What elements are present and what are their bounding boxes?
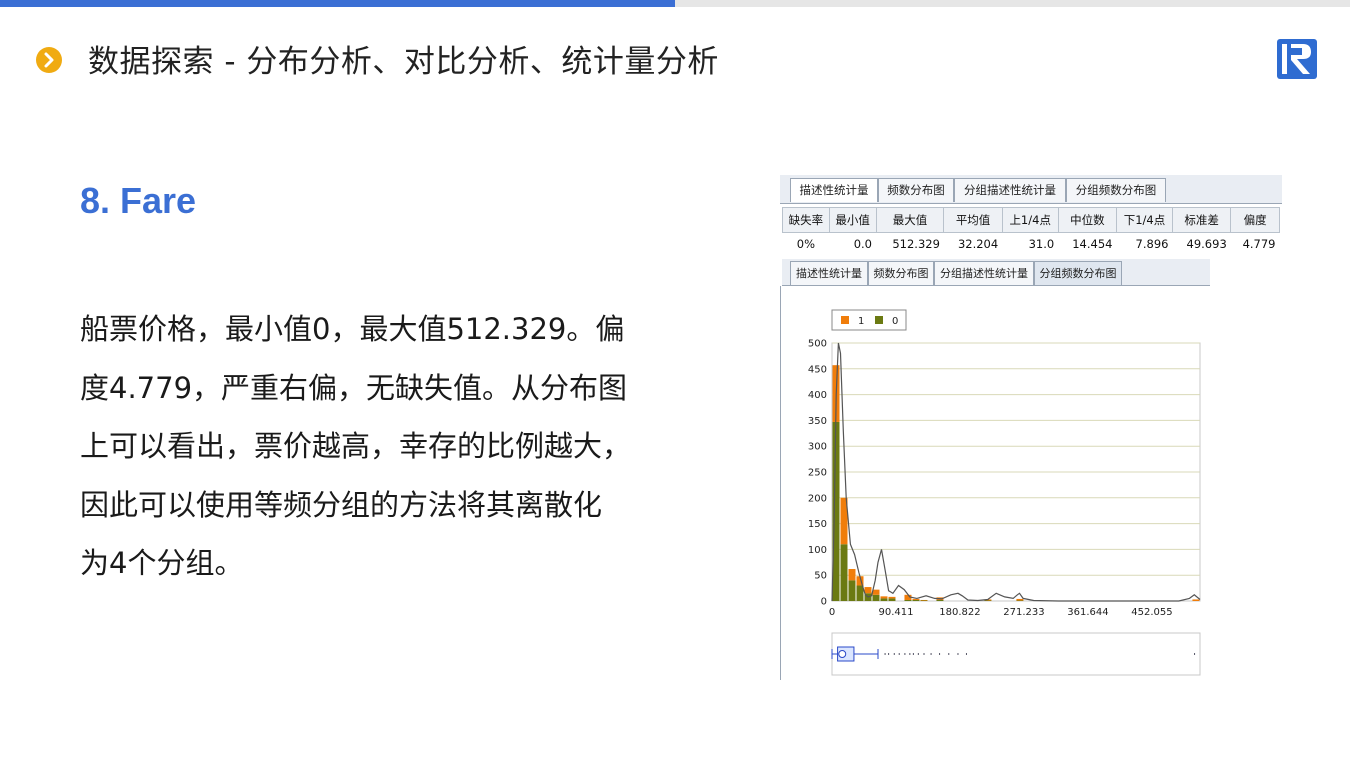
y-tick-label: 150 xyxy=(808,519,827,530)
bar-0 xyxy=(872,594,880,601)
y-tick-label: 100 xyxy=(808,545,827,556)
bar-0 xyxy=(840,544,848,601)
paragraph-line: 上可以看出，票价越高，幸存的比例越大， xyxy=(80,429,632,463)
chart-pane: 0 50 100 150 200 250 300 350 400 450 500 0 90.411 180… xyxy=(780,286,1213,680)
stat-cell: 49.693 xyxy=(1186,237,1227,251)
x-tick-label: 271.233 xyxy=(1003,607,1044,618)
x-tick-label: 90.411 xyxy=(878,607,913,618)
x-tick-label: 452.055 xyxy=(1131,607,1172,618)
bar-1 xyxy=(880,596,888,599)
col-header: 缺失率 xyxy=(782,207,830,233)
x-tick-label: 180.822 xyxy=(939,607,980,618)
x-tick-label: 0 xyxy=(829,607,835,618)
bar-0 xyxy=(832,421,840,601)
tab-bar-bottom: 描述性统计量 频数分布图 分组描述性统计量 分组频数分布图 xyxy=(782,259,1210,286)
tab-descriptive-stats-2[interactable]: 描述性统计量 xyxy=(790,261,868,285)
paragraph-line: 为4个分组。 xyxy=(80,546,244,580)
legend-label-1: 1 xyxy=(858,316,864,327)
legend-swatch-0 xyxy=(875,316,883,324)
paragraph-line: 因此可以使用等频分组的方法将其离散化 xyxy=(80,487,603,522)
bar-0 xyxy=(912,599,920,601)
col-header: 标准差 xyxy=(1171,207,1232,233)
col-header: 上1/4点 xyxy=(1001,207,1059,233)
tab-group-descriptive-stats[interactable]: 分组描述性统计量 xyxy=(954,178,1066,202)
app-screenshot: 描述性统计量 频数分布图 分组描述性统计量 分组频数分布图 缺失率 最小值 最大… xyxy=(780,175,1282,680)
tab-frequency-chart-2[interactable]: 频数分布图 xyxy=(868,261,934,285)
top-accent-bar xyxy=(0,0,675,7)
y-tick-label: 250 xyxy=(808,468,827,479)
col-header: 偏度 xyxy=(1230,207,1280,233)
r-logo-icon xyxy=(1276,38,1318,80)
bar-1 xyxy=(912,598,920,600)
stat-cell: 0.0 xyxy=(853,237,872,251)
col-header: 最大值 xyxy=(875,207,945,233)
top-grey-bar xyxy=(675,0,1350,7)
tab-descriptive-stats[interactable]: 描述性统计量 xyxy=(790,178,878,202)
col-header: 平均值 xyxy=(943,207,1003,233)
y-tick-label: 200 xyxy=(808,493,827,504)
bar-1 xyxy=(864,587,872,594)
bar-1 xyxy=(1016,598,1024,601)
tab-group-descriptive-stats-2[interactable]: 分组描述性统计量 xyxy=(934,261,1034,285)
histogram-chart: 0 50 100 150 200 250 300 350 400 450 500 0 90.411 180… xyxy=(808,309,1201,676)
stat-cell: 14.454 xyxy=(1072,237,1113,251)
bar-0 xyxy=(936,599,944,601)
stats-header-row: 缺失率 最小值 最大值 平均值 上1/4点 中位数 下1/4点 标准差 偏度 xyxy=(782,207,1280,233)
paragraph-line: 船票价格，最小值0，最大值512.329。偏 xyxy=(80,312,625,346)
description-paragraph: 船票价格，最小值0，最大值512.329。偏 度4.779，严重右偏，无缺失值。… xyxy=(80,300,690,593)
legend-swatch-1 xyxy=(841,316,849,324)
boxplot-median xyxy=(838,650,847,658)
chevron-right-icon xyxy=(36,47,62,73)
bar-0 xyxy=(856,585,864,601)
stat-cell: 31.0 xyxy=(1028,237,1055,251)
bar-1 xyxy=(1192,599,1200,601)
stats-table: 缺失率 最小值 最大值 平均值 上1/4点 中位数 下1/4点 标准差 偏度 0… xyxy=(782,207,1280,255)
x-tick-label: 361.644 xyxy=(1067,607,1108,618)
tab-bar-top: 描述性统计量 频数分布图 分组描述性统计量 分组频数分布图 xyxy=(780,175,1282,204)
col-header: 最小值 xyxy=(828,207,877,233)
bar-0 xyxy=(904,599,912,601)
bar-1 xyxy=(920,599,928,601)
col-header: 下1/4点 xyxy=(1115,207,1173,233)
paragraph-line: 度4.779，严重右偏，无缺失值。从分布图 xyxy=(80,370,628,405)
bar-1 xyxy=(888,596,896,599)
stats-value-row: 0% 0.0 512.329 32.204 31.0 14.454 7.896 … xyxy=(783,233,1280,256)
legend-label-0: 0 xyxy=(892,316,898,327)
bar-0 xyxy=(848,580,856,601)
bar-0 xyxy=(880,598,888,601)
page-title: 数据探索 - 分布分析、对比分析、统计量分析 xyxy=(88,44,719,80)
bar-0 xyxy=(888,598,896,601)
y-tick-label: 50 xyxy=(814,571,827,582)
bar-0 xyxy=(1016,600,1024,601)
tab-group-frequency-chart[interactable]: 分组频数分布图 xyxy=(1066,178,1166,202)
y-tick-label: 500 xyxy=(808,339,827,350)
stat-cell: 7.896 xyxy=(1135,237,1169,251)
bar-0 xyxy=(984,600,992,601)
stat-cell: 32.204 xyxy=(957,237,999,251)
y-tick-label: 300 xyxy=(808,442,827,453)
y-tick-label: 350 xyxy=(808,416,827,427)
bar-1 xyxy=(848,569,856,581)
stat-cell: 512.329 xyxy=(892,237,940,251)
tab-frequency-chart[interactable]: 频数分布图 xyxy=(878,178,954,202)
bar-1 xyxy=(872,589,880,595)
y-tick-label: 0 xyxy=(821,597,827,608)
section-title: 8. Fare xyxy=(80,180,197,221)
y-tick-label: 450 xyxy=(808,364,827,375)
y-tick-label: 400 xyxy=(808,390,827,401)
boxplot-area xyxy=(831,632,1201,676)
tab-group-frequency-chart-2[interactable]: 分组频数分布图 xyxy=(1034,261,1122,285)
stat-cell: 4.779 xyxy=(1242,237,1276,251)
stat-cell: 0% xyxy=(796,237,815,251)
bar-0 xyxy=(920,600,928,601)
col-header: 中位数 xyxy=(1057,207,1117,233)
